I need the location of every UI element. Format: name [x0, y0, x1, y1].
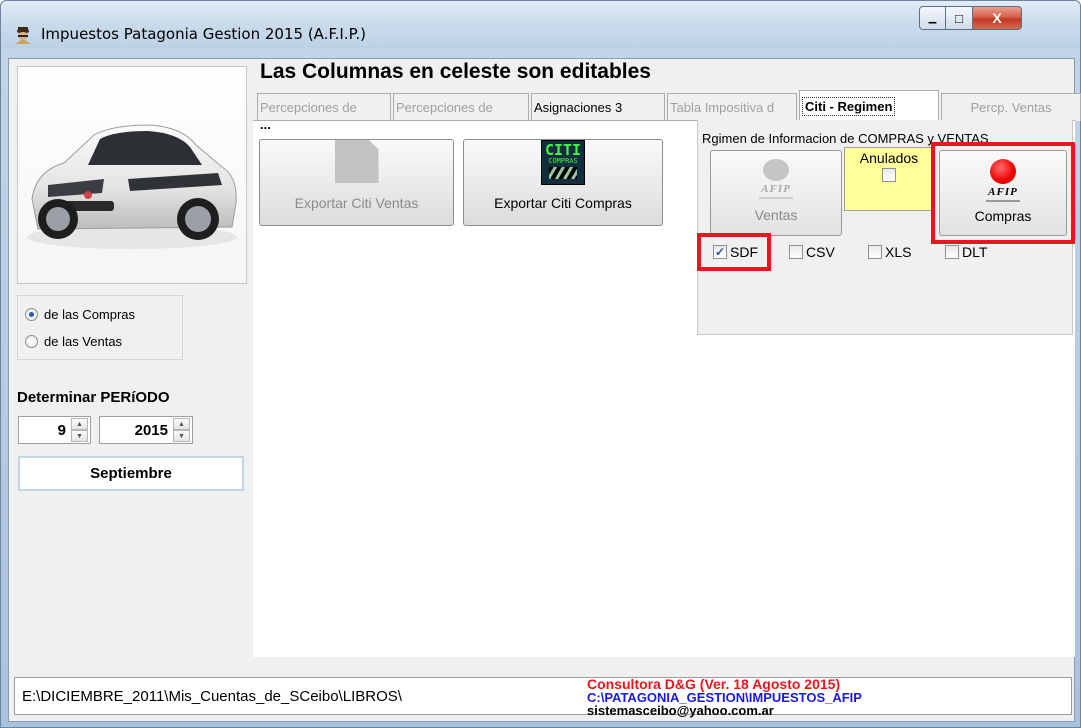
afip-ventas-button[interactable]: AFIP Ventas	[710, 150, 842, 236]
month-spinner[interactable]: 9 ▲ ▼	[18, 416, 91, 444]
close-button[interactable]: X	[973, 6, 1022, 30]
radio-compras[interactable]: de las Compras	[25, 307, 135, 322]
status-bar: E:\DICIEMBRE_2011\Mis_Cuentas_de_SCeibo\…	[14, 677, 1072, 718]
year-value[interactable]: 2015	[100, 422, 173, 439]
format-dlt[interactable]: DLT	[945, 244, 987, 260]
format-csv[interactable]: CSV	[789, 244, 835, 260]
sdf-highlight-box	[697, 233, 771, 271]
spy-hat-icon	[15, 27, 31, 44]
afip-logo-icon: AFIP	[761, 183, 791, 195]
tab-asignaciones[interactable]: Asignaciones 3	[531, 93, 665, 121]
app-window: Impuestos Patagonia Gestion 2015 (A.F.I.…	[0, 0, 1081, 728]
citi-compras-icon: CITI COMPRAS	[541, 140, 585, 185]
radio-ventas-label: de las Ventas	[44, 334, 123, 349]
citi-icon-text: CITI	[544, 141, 582, 159]
window-title: Impuestos Patagonia Gestion 2015 (A.F.I.…	[41, 25, 366, 43]
month-down-arrow-icon[interactable]: ▼	[71, 430, 88, 442]
xls-label: XLS	[885, 244, 912, 260]
status-info: Consultora D&G (Ver. 18 Agosto 2015) C:\…	[587, 677, 862, 718]
radio-selected-dot	[29, 312, 34, 317]
anulados-checkbox[interactable]	[882, 168, 896, 182]
citi-icon-subtext: COMPRAS	[548, 157, 578, 165]
operation-type-group: de las Compras de las Ventas	[17, 295, 183, 360]
format-xls[interactable]: XLS	[868, 244, 911, 260]
radio-ventas[interactable]: de las Ventas	[25, 334, 122, 349]
client-area: de las Compras de las Ventas Determinar …	[8, 58, 1081, 722]
radio-ventas-circle[interactable]	[25, 335, 38, 348]
minimize-icon: ▁	[928, 12, 937, 24]
anulados-box: Anulados	[844, 147, 934, 211]
tab-citi-regimen[interactable]: Citi - Regimen	[799, 90, 939, 121]
compras-highlight-box	[931, 142, 1075, 244]
radio-compras-circle[interactable]	[25, 308, 38, 321]
car-photo	[27, 124, 237, 249]
period-title: Determinar PERíODO	[17, 389, 170, 406]
anulados-label: Anulados	[859, 150, 919, 166]
tab-citi-regimen-label: Citi - Regimen	[802, 96, 896, 116]
afip-ventas-label: Ventas	[754, 207, 798, 223]
title-bar[interactable]: Impuestos Patagonia Gestion 2015 (A.F.I.…	[1, 1, 1080, 49]
close-icon: X	[992, 10, 1002, 26]
left-panel: de las Compras de las Ventas Determinar …	[9, 59, 249, 656]
maximize-button[interactable]: □	[946, 6, 973, 30]
radio-compras-label: de las Compras	[44, 307, 136, 322]
month-value[interactable]: 9	[19, 422, 71, 439]
tab-percepciones-2[interactable]: Percepciones de	[393, 93, 529, 121]
xls-checkbox[interactable]	[868, 245, 882, 259]
year-spinner[interactable]: 2015 ▲ ▼	[99, 416, 193, 444]
afip-underline	[759, 197, 793, 199]
month-up-arrow-icon[interactable]: ▲	[71, 418, 88, 430]
year-up-arrow-icon[interactable]: ▲	[173, 418, 190, 430]
tab-tabla-impositiva[interactable]: Tabla Impositiva d	[667, 93, 797, 121]
status-light-icon	[763, 159, 789, 181]
status-path: E:\DICIEMBRE_2011\Mis_Cuentas_de_SCeibo\…	[22, 688, 402, 705]
csv-checkbox[interactable]	[789, 245, 803, 259]
export-citi-ventas-button[interactable]: Exportar Citi Ventas	[259, 139, 454, 226]
minimize-button[interactable]: ▁	[919, 6, 946, 30]
dlt-label: DLT	[962, 244, 988, 260]
caption-buttons: ▁ □ X	[919, 6, 1022, 30]
status-email: sistemasceibo@yahoo.com.ar	[587, 703, 774, 718]
maximize-icon: □	[955, 10, 963, 26]
export-citi-compras-label: Exportar Citi Compras	[494, 195, 632, 211]
tab-percepciones-1[interactable]: Percepciones de	[257, 93, 391, 121]
export-citi-compras-button[interactable]: CITI COMPRAS Exportar Citi Compras	[463, 139, 663, 226]
page-heading: Las Columnas en celeste son editables	[260, 60, 651, 83]
car-image	[17, 66, 247, 284]
export-citi-ventas-label: Exportar Citi Ventas	[294, 195, 419, 211]
dlt-checkbox[interactable]	[945, 245, 959, 259]
year-down-arrow-icon[interactable]: ▼	[173, 430, 190, 442]
ellipsis-label: ...	[260, 117, 271, 132]
tab-strip: Percepciones de Percepciones de Asignaci…	[257, 90, 1081, 121]
month-name-box: Septiembre	[18, 456, 244, 491]
tab-percp-ventas[interactable]: Percp. Ventas	[941, 93, 1081, 121]
document-icon	[334, 140, 379, 183]
csv-label: CSV	[806, 244, 835, 260]
